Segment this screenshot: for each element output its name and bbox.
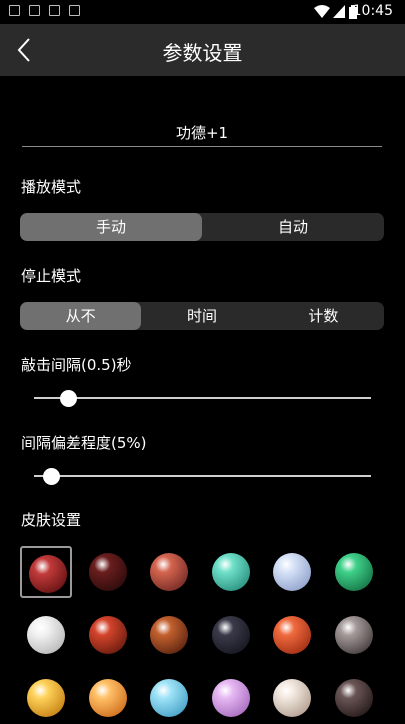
skin-option[interactable] [20, 672, 72, 724]
status-bar: 10:45 [0, 0, 405, 24]
skin-option[interactable] [328, 672, 380, 724]
obsidian-bead [334, 616, 373, 654]
skin-option[interactable] [328, 609, 380, 661]
wifi-icon [314, 5, 330, 18]
red-agate-bead [273, 616, 311, 654]
white-jade-bead [27, 616, 65, 654]
stop-mode-label: 停止模式 [21, 267, 82, 285]
orange-striped-bead [88, 679, 127, 717]
play-mode-option-auto[interactable]: 自动 [202, 213, 384, 241]
malachite-bead [334, 553, 373, 591]
lavender-bead [211, 679, 250, 717]
dark-brown-bead [88, 553, 127, 591]
skin-option[interactable] [266, 609, 318, 661]
yellow-amber-bead [27, 679, 65, 717]
message-icon [9, 5, 20, 16]
skin-option[interactable] [143, 546, 195, 598]
a-icon [69, 5, 80, 16]
skin-option[interactable] [143, 672, 195, 724]
image-icon [29, 5, 40, 16]
tap-interval-slider[interactable] [34, 388, 371, 408]
blue-lace-agate-bead [273, 553, 311, 591]
interval-deviation-label: 间隔偏差程度(5%) [21, 434, 147, 452]
stop-mode-option-never[interactable]: 从不 [20, 302, 142, 330]
black-mantra-bead [211, 616, 250, 654]
app-icon [49, 5, 60, 16]
tap-interval-label: 敲击间隔(0.5)秒 [21, 356, 132, 374]
stop-mode-option-count[interactable]: 计数 [263, 302, 384, 330]
black-onyx-bead [334, 679, 373, 717]
app-bar: 参数设置 [0, 24, 405, 76]
signal-icon [333, 5, 345, 18]
slider-thumb[interactable] [59, 390, 77, 407]
stop-mode-option-time[interactable]: 时间 [141, 302, 262, 330]
sky-blue-bead [150, 679, 188, 717]
skin-settings-label: 皮肤设置 [21, 511, 82, 529]
play-mode-segmented-control: 手动 自动 [20, 213, 384, 241]
skin-option[interactable] [82, 672, 134, 724]
skin-option[interactable] [205, 609, 257, 661]
play-mode-label: 播放模式 [21, 178, 82, 196]
slider-thumb[interactable] [42, 468, 60, 485]
pink-marble-bead [273, 679, 311, 717]
skin-option[interactable] [205, 546, 257, 598]
red-jasper-bead [150, 553, 188, 591]
play-mode-option-manual[interactable]: 手动 [20, 213, 202, 241]
amber-mantra-bead [150, 616, 188, 654]
preset-field[interactable]: 功德+1 [22, 122, 382, 147]
skin-option[interactable] [20, 609, 72, 661]
skin-option[interactable] [266, 672, 318, 724]
settings-content: 功德+1 播放模式 手动 自动 停止模式 从不 时间 计数 敲击间隔(0.5)秒… [0, 76, 405, 720]
status-time: 10:45 [352, 3, 393, 19]
stop-mode-segmented-control: 从不 时间 计数 [20, 302, 384, 330]
slider-track [34, 475, 371, 477]
page-title: 参数设置 [162, 41, 243, 65]
slider-track [34, 397, 371, 399]
skin-option[interactable] [205, 672, 257, 724]
skin-option[interactable] [82, 546, 134, 598]
dragon-carved-bead [88, 616, 127, 654]
skin-option[interactable] [266, 546, 318, 598]
interval-deviation-slider[interactable] [34, 466, 371, 486]
dark-red-bead [29, 555, 67, 593]
skin-option[interactable] [20, 546, 72, 598]
skin-option[interactable] [143, 609, 195, 661]
skin-option[interactable] [82, 609, 134, 661]
skin-option[interactable] [328, 546, 380, 598]
turquoise-carved-bead [211, 553, 250, 591]
